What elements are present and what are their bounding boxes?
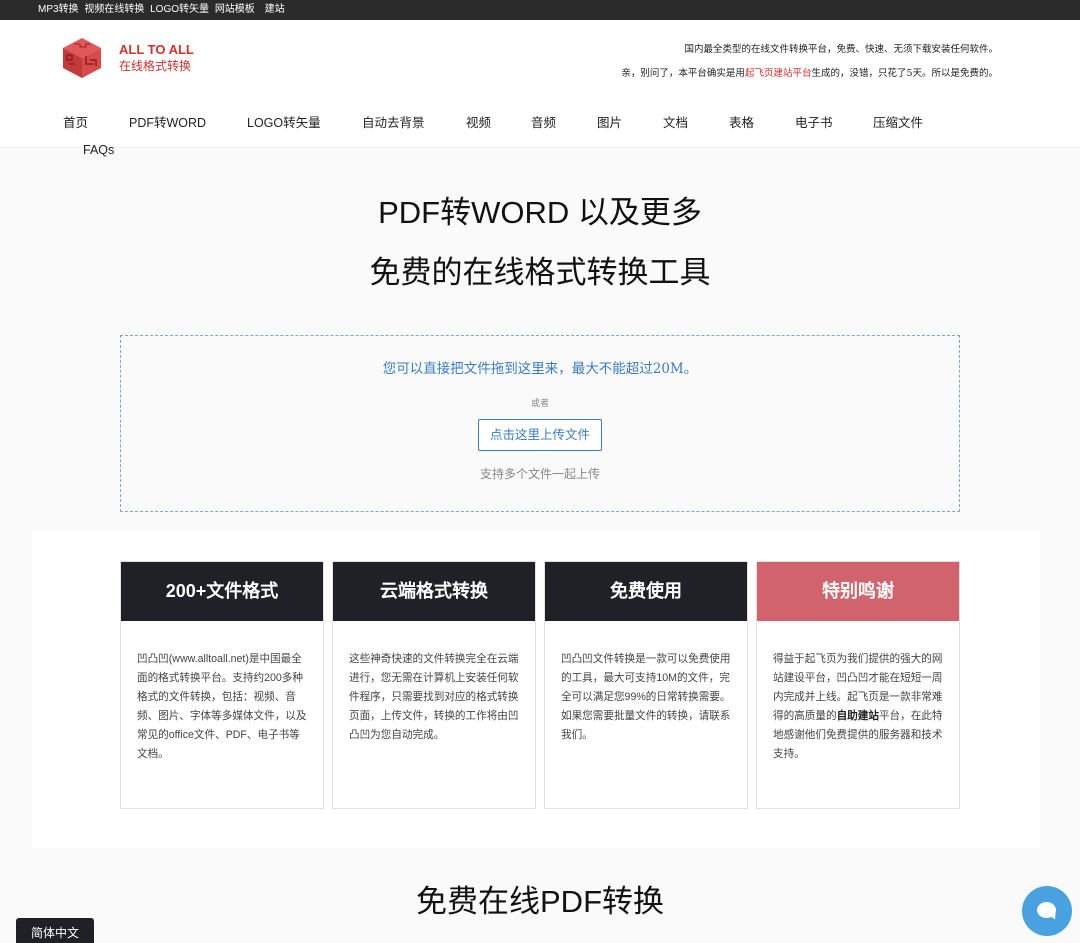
nav-item-faqs[interactable]: FAQs	[83, 143, 114, 157]
dropzone-hint: 您可以直接把文件拖到这里来，最大不能超过20M。	[382, 361, 698, 377]
nav-item-remove-bg[interactable]: 自动去背景	[362, 112, 425, 131]
brand-name[interactable]: ALL TO ALL 在线格式转换	[119, 42, 194, 74]
brand-name-en: ALL TO ALL	[119, 42, 194, 57]
hero-title-1: PDF转WORD 以及更多	[378, 195, 702, 230]
logo-cube-icon[interactable]	[60, 36, 104, 80]
feature-card-thanks: 特别鸣谢 得益于起飞页为我们提供的强大的网站建设平台，凹凸凹才能在短短一周内完成…	[756, 561, 960, 809]
tagline-line2-suffix: 生成的，没错，只花了5天。所以是免费的。	[811, 68, 998, 79]
brand-name-cn: 在线格式转换	[119, 59, 192, 73]
tagline-line2-prefix: 亲，别问了，本平台确实是用	[621, 68, 745, 79]
nav-item-home[interactable]: 首页	[63, 112, 88, 131]
nav-item-spreadsheet[interactable]: 表格	[729, 112, 754, 131]
feature-card-free: 免费使用 凹凸凹文件转换是一款可以免费使用的工具，最大可支持10M的文件，完全可…	[544, 561, 748, 809]
nav-item-video[interactable]: 视频	[466, 112, 491, 131]
feature-card-formats: 200+文件格式 凹凸凹(www.alltoall.net)是中国最全面的格式转…	[120, 561, 324, 809]
feature-card-title: 特别鸣谢	[757, 562, 959, 621]
chat-bubble-tail-icon	[1048, 911, 1058, 922]
nav-item-pdf-to-word[interactable]: PDF转WORD	[129, 112, 206, 131]
dropzone-or: 或者	[530, 399, 549, 409]
tagline-line2: 亲，别问了，本平台确实是用起飞页建站平台生成的，没错，只花了5天。所以是免费的。	[621, 62, 998, 86]
site-header: ALL TO ALL 在线格式转换 国内最全类型的在线文件转换平台，免费、快速、…	[0, 20, 1080, 157]
nav-item-archive[interactable]: 压缩文件	[873, 112, 923, 131]
self-build-link[interactable]: 自助建站	[837, 710, 879, 722]
feature-card-body: 凹凸凹文件转换是一款可以免费使用的工具，最大可支持10M的文件，完全可以满足您9…	[561, 653, 731, 741]
nav-item-ebook[interactable]: 电子书	[795, 112, 833, 131]
dropzone-multi-note: 支持多个文件一起上传	[479, 467, 600, 481]
feature-card-title: 免费使用	[545, 562, 747, 621]
tagline-line1: 国内最全类型的在线文件转换平台，免费、快速、无须下载安装任何软件。	[684, 44, 998, 55]
site-tagline: 国内最全类型的在线文件转换平台，免费、快速、无须下载安装任何软件。 亲，别问了，…	[621, 38, 998, 86]
nav-item-document[interactable]: 文档	[663, 112, 688, 131]
feature-card-title: 云端格式转换	[333, 562, 535, 621]
upload-button[interactable]: 点击这里上传文件	[478, 419, 602, 451]
feature-card-body: 得益于起飞页为我们提供的强大的网站建设平台，凹凸凹才能在短短一周内完成并上线。起…	[757, 621, 959, 764]
chat-button[interactable]	[1022, 886, 1072, 936]
file-dropzone[interactable]: 您可以直接把文件拖到这里来，最大不能超过20M。 或者 点击这里上传文件 支持多…	[120, 335, 960, 512]
feature-card-body: 凹凸凹(www.alltoall.net)是中国最全面的格式转换平台。支持约20…	[137, 653, 307, 760]
section-title-pdf: 免费在线PDF转换	[416, 884, 664, 919]
top-link-mp3[interactable]: MP3转换	[38, 4, 79, 15]
feature-card-title: 200+文件格式	[121, 562, 323, 621]
hero-title-2: 免费的在线格式转换工具	[369, 255, 711, 290]
nav-item-image[interactable]: 图片	[597, 112, 622, 131]
top-link-templates[interactable]: 网站模板	[215, 4, 255, 15]
feature-card-body: 这些神奇快速的文件转换完全在云端进行，您无需在计算机上安装任何软件程序，只需要找…	[349, 653, 519, 741]
top-link-logo[interactable]: LOGO转矢量	[150, 4, 209, 15]
nav-item-audio[interactable]: 音频	[531, 112, 556, 131]
top-link-video[interactable]: 视频在线转换	[84, 4, 144, 15]
nav-item-logo-vector[interactable]: LOGO转矢量	[247, 112, 321, 131]
top-link-build[interactable]: 建站	[265, 4, 285, 15]
language-switcher[interactable]: 简体中文	[16, 918, 94, 943]
tagline-qifeiye-link[interactable]: 起飞页建站平台	[745, 68, 812, 79]
top-link-bar: MP3转换 视频在线转换 LOGO转矢量 网站模板 建站	[0, 0, 1080, 20]
feature-card-cloud: 云端格式转换 这些神奇快速的文件转换完全在云端进行，您无需在计算机上安装任何软件…	[332, 561, 536, 809]
